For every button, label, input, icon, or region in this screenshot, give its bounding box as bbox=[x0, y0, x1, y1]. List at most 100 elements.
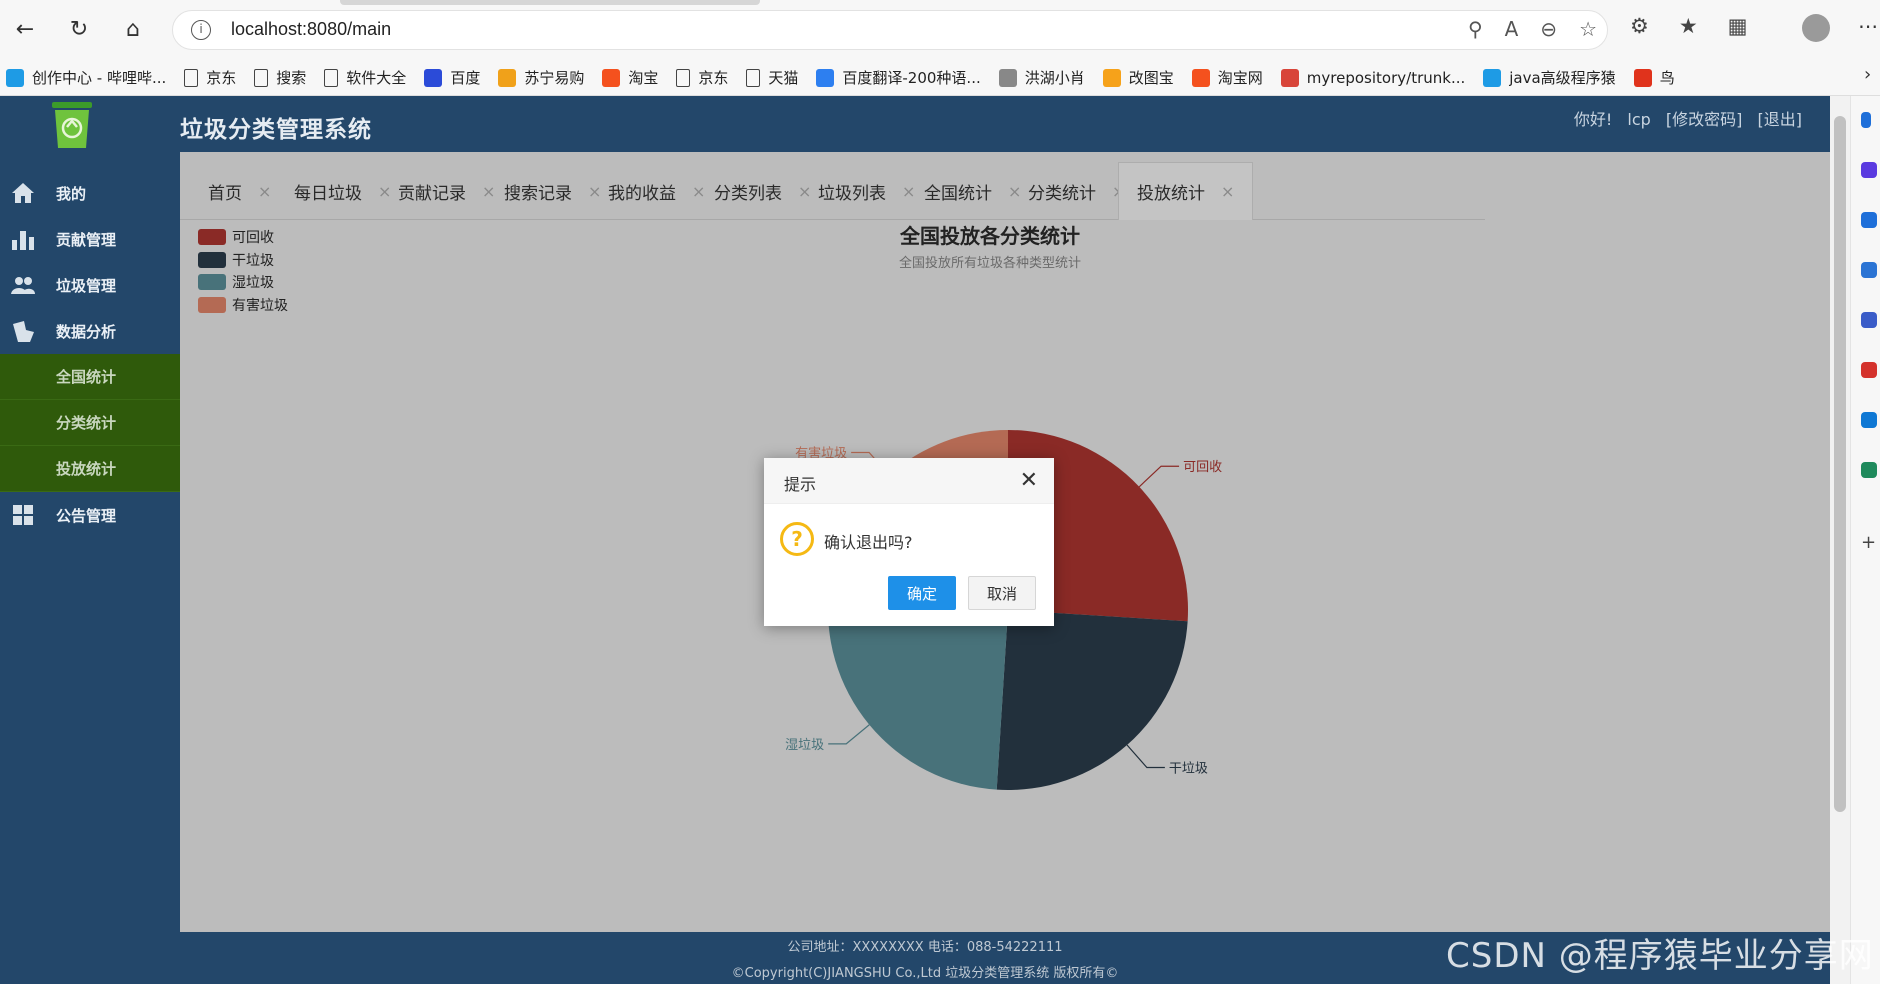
pie-label-line bbox=[1126, 744, 1165, 769]
bookmark-label: 京东 bbox=[698, 69, 729, 87]
bookmark-item[interactable]: 改图宝 bbox=[1102, 67, 1174, 88]
analysis-icon bbox=[13, 321, 34, 342]
confirm-dialog: 提示 ✕ ? 确认退出吗? 确定 取消 bbox=[764, 458, 1054, 626]
legend-label: 湿垃圾 bbox=[232, 275, 274, 291]
sidebar-item-contribution[interactable]: 贡献管理 bbox=[0, 216, 180, 262]
read-aloud-icon[interactable]: A bbox=[1505, 17, 1519, 41]
legend-swatch bbox=[198, 251, 226, 268]
home-icon[interactable]: ⌂ bbox=[118, 14, 148, 44]
office-icon[interactable] bbox=[1861, 362, 1877, 378]
refresh-icon[interactable]: ↻ bbox=[64, 14, 94, 44]
browser-toolbar: ← ↻ ⌂ i localhost:8080/main ⚲ A ⊖ ☆ ⚙ ★ … bbox=[0, 0, 1880, 60]
taobao-icon bbox=[602, 68, 621, 87]
drop-icon[interactable] bbox=[1861, 462, 1877, 478]
baidu-icon bbox=[424, 68, 443, 87]
bookmark-item[interactable]: 鸟 bbox=[1633, 67, 1675, 88]
sidebar-subitem-national[interactable]: 全国统计 bbox=[0, 354, 180, 400]
browser-sidebar: + bbox=[1850, 96, 1880, 984]
shopping-icon[interactable] bbox=[1861, 212, 1877, 228]
pie-slice[interactable] bbox=[996, 610, 1188, 790]
confirm-button[interactable]: 确定 bbox=[888, 576, 956, 610]
more-icon[interactable]: ⋯ bbox=[1858, 14, 1878, 38]
scrollbar-thumb[interactable] bbox=[1834, 116, 1846, 812]
page-icon bbox=[676, 68, 691, 87]
watermark-text: CSDN @程序猿毕业分享网 bbox=[1446, 936, 1874, 976]
copilot-icon[interactable] bbox=[1861, 162, 1877, 178]
bookmark-item[interactable]: myrepository/trunk... bbox=[1280, 68, 1465, 87]
app-header: 垃圾分类管理系统 你好! lcp [修改密码] [退出] bbox=[0, 96, 1830, 152]
address-bar[interactable]: i localhost:8080/main ⚲ A ⊖ ☆ bbox=[172, 10, 1608, 50]
bookmark-item[interactable]: 搜索 bbox=[254, 67, 306, 88]
bookmark-label: 淘宝网 bbox=[1217, 69, 1263, 87]
collections-icon[interactable]: ▦ bbox=[1728, 14, 1748, 38]
legend-item[interactable]: 有害垃圾 bbox=[198, 294, 318, 316]
sidebar-item-announcement[interactable]: 公告管理 bbox=[0, 492, 180, 538]
bookmark-item[interactable]: 苏宁易购 bbox=[498, 67, 584, 88]
bar-chart-icon bbox=[12, 231, 34, 250]
zoom-out-icon[interactable]: ⊖ bbox=[1540, 17, 1557, 41]
logout-link[interactable]: [退出] bbox=[1758, 110, 1803, 129]
bookmark-item[interactable]: 百度翻译-200种语... bbox=[816, 67, 981, 88]
gaitubao-icon bbox=[1102, 68, 1121, 87]
legend-item[interactable]: 湿垃圾 bbox=[198, 271, 318, 293]
dialog-header: 提示 ✕ bbox=[764, 458, 1054, 504]
sidebar-subitem-category[interactable]: 分类统计 bbox=[0, 400, 180, 446]
page-scrollbar[interactable] bbox=[1830, 96, 1850, 984]
chrome-icon bbox=[1280, 68, 1299, 87]
back-icon[interactable]: ← bbox=[10, 14, 40, 44]
tools-icon[interactable] bbox=[1861, 262, 1877, 278]
pie-label-line bbox=[1138, 465, 1180, 488]
site-info-icon[interactable]: i bbox=[191, 20, 211, 40]
games-icon[interactable] bbox=[1861, 312, 1877, 328]
bookmark-item[interactable]: 淘宝 bbox=[602, 67, 658, 88]
app-root: 垃圾分类管理系统 你好! lcp [修改密码] [退出] 我的 贡献管理 垃圾管… bbox=[0, 96, 1830, 984]
pie-slice-label: 湿垃圾 bbox=[785, 738, 824, 753]
sidebar-item-data-analysis[interactable]: 数据分析 bbox=[0, 308, 180, 354]
change-password-link[interactable]: [修改密码] bbox=[1666, 110, 1743, 129]
cancel-button[interactable]: 取消 bbox=[968, 576, 1036, 610]
sidebar-subitem-label: 投放统计 bbox=[56, 460, 117, 478]
sidebar-item-garbage[interactable]: 垃圾管理 bbox=[0, 262, 180, 308]
bookmark-item[interactable]: 洪湖小肖 bbox=[998, 67, 1085, 88]
trash-bin-logo-icon bbox=[52, 102, 92, 148]
bookmark-label: java高级程序猿 bbox=[1509, 69, 1616, 87]
search-icon[interactable] bbox=[1861, 112, 1871, 128]
username: lcp bbox=[1627, 110, 1651, 129]
bookmarks-bar: 创作中心 - 哔哩哔... 京东 搜索 软件大全 百度 苏宁易购 淘宝 京东 天猫 百度翻译-20… bbox=[0, 60, 1880, 96]
bookmark-label: 洪湖小肖 bbox=[1024, 69, 1085, 87]
close-icon[interactable]: ✕ bbox=[1020, 468, 1038, 493]
legend-swatch bbox=[198, 229, 226, 245]
profile-avatar[interactable] bbox=[1802, 14, 1830, 42]
bookmark-item[interactable]: 创作中心 - 哔哩哔... bbox=[6, 67, 166, 88]
add-icon[interactable]: + bbox=[1861, 532, 1876, 553]
bookmark-item[interactable]: 京东 bbox=[676, 67, 728, 88]
bird-icon bbox=[1633, 68, 1652, 87]
extensions-icon[interactable]: ⚙ bbox=[1630, 14, 1649, 38]
add-favorite-icon[interactable]: ☆ bbox=[1579, 17, 1597, 41]
bookmark-item[interactable]: 百度 bbox=[424, 67, 480, 88]
outlook-icon[interactable] bbox=[1861, 412, 1877, 428]
key-icon[interactable]: ⚲ bbox=[1468, 17, 1483, 41]
main-content: 首页 × 每日垃圾 × 贡献记录 × 搜索记录 × 我的收益 × 分类列表 × 垃圾列表 × 全国统计 × 分类… bbox=[180, 152, 1830, 932]
legend-item[interactable]: 干垃圾 bbox=[198, 249, 318, 271]
bookmark-item[interactable]: 淘宝网 bbox=[1191, 67, 1263, 88]
favorites-icon[interactable]: ★ bbox=[1679, 14, 1698, 38]
bookmark-label: 京东 bbox=[206, 69, 237, 87]
bookmark-item[interactable]: 天猫 bbox=[746, 67, 798, 88]
greeting-text: 你好! bbox=[1573, 110, 1613, 129]
legend-label: 可回收 bbox=[232, 230, 274, 246]
grid-icon bbox=[13, 505, 33, 525]
bookmark-item[interactable]: 软件大全 bbox=[324, 67, 406, 88]
bookmarks-overflow-icon[interactable]: › bbox=[1864, 64, 1871, 85]
bookmark-item[interactable]: 京东 bbox=[184, 67, 236, 88]
sidebar-subitem-delivery[interactable]: 投放统计 bbox=[0, 446, 180, 492]
sidebar-item-label: 公告管理 bbox=[56, 506, 117, 525]
url-text[interactable]: localhost:8080/main bbox=[231, 19, 391, 40]
sidebar-item-mine[interactable]: 我的 bbox=[0, 170, 180, 216]
user-area: 你好! lcp [修改密码] [退出] bbox=[1564, 106, 1802, 130]
legend-swatch bbox=[198, 296, 226, 313]
bookmark-item[interactable]: java高级程序猿 bbox=[1483, 67, 1616, 88]
legend-item[interactable]: 可回收 bbox=[198, 226, 318, 248]
bookmark-label: 百度 bbox=[450, 69, 481, 87]
bookmark-label: 软件大全 bbox=[346, 69, 407, 87]
